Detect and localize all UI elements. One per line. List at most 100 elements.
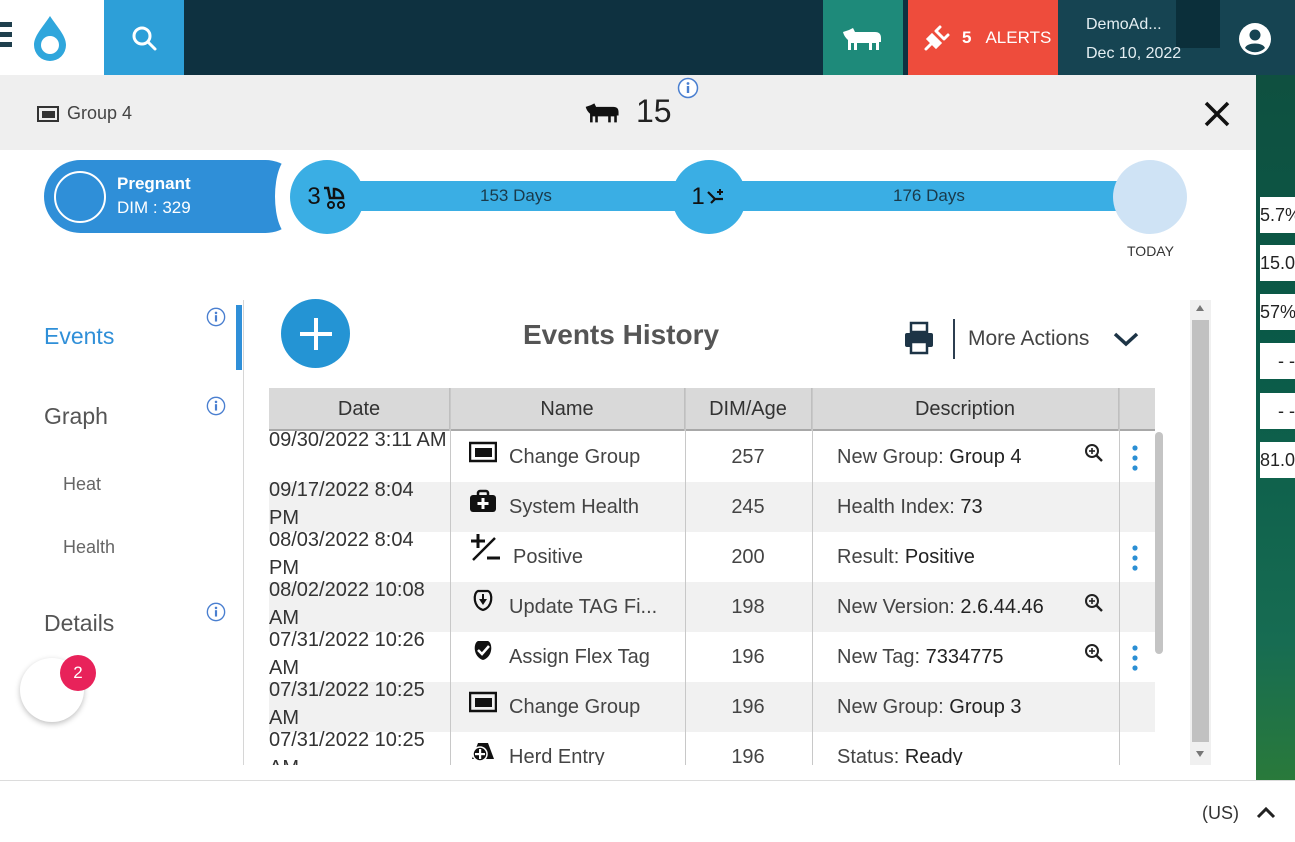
info-icon[interactable] bbox=[677, 77, 699, 99]
table-row[interactable]: 08/02/2022 10:08 AM Update TAG Fi... 198 Ne… bbox=[269, 579, 1155, 632]
table-row[interactable]: 09/30/2022 3:11 AM Change Group 257 New Gro… bbox=[269, 429, 1155, 482]
column-header-name[interactable]: Name bbox=[450, 388, 685, 431]
zoom-in-icon[interactable] bbox=[1084, 643, 1104, 663]
nav-item-events[interactable]: Events bbox=[44, 323, 114, 350]
info-icon[interactable] bbox=[206, 396, 226, 416]
background-cell: - - bbox=[1260, 343, 1295, 379]
event-name: Change Group bbox=[509, 446, 641, 468]
more-options-icon[interactable] bbox=[1131, 443, 1139, 473]
actions-divider bbox=[953, 319, 955, 359]
close-icon[interactable] bbox=[1200, 97, 1234, 131]
table-body: 09/30/2022 3:11 AM Change Group 257 New Gro… bbox=[269, 429, 1155, 765]
cow-icon bbox=[843, 27, 881, 50]
cow-count-value: 15 bbox=[636, 93, 672, 129]
column-divider bbox=[812, 388, 813, 765]
description-label: Health Index: bbox=[837, 496, 961, 518]
event-description: Result: Positive bbox=[837, 532, 1087, 582]
description-value: Positive bbox=[904, 546, 975, 568]
status-pill: Pregnant DIM : 329 bbox=[44, 160, 302, 233]
chevron-down-icon[interactable] bbox=[1112, 330, 1140, 348]
health-kit-icon bbox=[469, 482, 497, 532]
background-cell: 15.0 bbox=[1260, 245, 1295, 281]
footer-bar: (US) bbox=[0, 780, 1295, 842]
alerts-count: 5 bbox=[962, 27, 972, 47]
column-header-description[interactable]: Description bbox=[812, 388, 1119, 431]
plus-icon bbox=[299, 317, 332, 350]
event-dim: 245 bbox=[731, 496, 765, 518]
description-value: 7334775 bbox=[925, 646, 1004, 668]
event-dim: 196 bbox=[731, 696, 765, 718]
cow-tab-button[interactable] bbox=[823, 0, 903, 75]
description-label: Result: bbox=[837, 546, 905, 568]
column-divider bbox=[450, 388, 451, 765]
status-circle bbox=[54, 171, 106, 223]
nav-active-indicator bbox=[236, 305, 242, 370]
column-header-date[interactable]: Date bbox=[269, 388, 450, 431]
menu-icon[interactable] bbox=[0, 22, 14, 52]
calving-node[interactable]: 3 bbox=[290, 160, 364, 234]
alerts-button[interactable]: 5 ALERTS bbox=[908, 0, 1058, 75]
nav-item-details[interactable]: Details bbox=[44, 610, 114, 637]
nav-divider bbox=[243, 300, 244, 765]
info-icon[interactable] bbox=[206, 307, 226, 327]
user-avatar-icon[interactable] bbox=[1238, 22, 1272, 56]
table-scrollbar[interactable] bbox=[1155, 432, 1163, 654]
column-header-dim[interactable]: DIM/Age bbox=[685, 388, 812, 431]
scroll-up-arrow[interactable] bbox=[1196, 305, 1204, 311]
panel-scrollbar[interactable] bbox=[1190, 300, 1211, 765]
event-description: Status: Ready bbox=[837, 732, 1087, 765]
modal-header: Group 4 15 bbox=[0, 75, 1256, 150]
event-description: New Tag: 7334775 bbox=[837, 632, 1087, 682]
more-options-icon[interactable] bbox=[1131, 643, 1139, 673]
zoom-in-icon[interactable] bbox=[1084, 593, 1104, 613]
column-header-actions bbox=[1119, 388, 1155, 431]
tag-assign-icon bbox=[469, 632, 497, 682]
status-dim: DIM : 329 bbox=[117, 198, 191, 217]
table-row[interactable]: 07/31/2022 10:25 AM Herd Entry 196 Status: … bbox=[269, 729, 1155, 765]
event-name-cell: Update TAG Fi... bbox=[469, 582, 679, 632]
description-label: Status: bbox=[837, 746, 905, 765]
event-description: New Version: 2.6.44.46 bbox=[837, 582, 1087, 632]
table-row[interactable]: 07/31/2022 10:26 AM Assign Flex Tag 196 New… bbox=[269, 629, 1155, 682]
nav-item-graph[interactable]: Graph bbox=[44, 403, 108, 430]
event-name-cell: Change Group bbox=[469, 682, 679, 732]
cow-icon bbox=[585, 102, 619, 122]
chevron-up-icon[interactable] bbox=[1256, 805, 1276, 819]
more-options-icon[interactable] bbox=[1131, 543, 1139, 573]
today-node bbox=[1113, 160, 1187, 234]
table-row[interactable]: 09/17/2022 8:04 PM System Health 245 Health… bbox=[269, 479, 1155, 532]
alerts-label: ALERTS bbox=[985, 27, 1052, 47]
scroll-thumb[interactable] bbox=[1192, 320, 1209, 742]
table-row[interactable]: 07/31/2022 10:25 AM Change Group 196 New Gr… bbox=[269, 679, 1155, 732]
info-icon[interactable] bbox=[206, 602, 226, 622]
days-since-insemination: 176 Days bbox=[893, 186, 965, 205]
calving-count: 3 bbox=[307, 183, 321, 210]
zoom-in-icon[interactable] bbox=[1084, 443, 1104, 463]
event-name-cell: Herd Entry bbox=[469, 732, 679, 765]
event-name: Assign Flex Tag bbox=[509, 646, 650, 668]
background-cell: - - bbox=[1260, 393, 1295, 429]
search-button[interactable] bbox=[104, 0, 184, 75]
add-event-button[interactable] bbox=[281, 299, 350, 368]
logo-icon bbox=[34, 16, 66, 61]
event-name: Positive bbox=[513, 546, 584, 568]
print-icon[interactable] bbox=[903, 321, 935, 355]
nav-item-health[interactable]: Health bbox=[63, 537, 115, 558]
event-name: System Health bbox=[509, 496, 640, 518]
description-value: 73 bbox=[960, 496, 983, 518]
top-bar: 5 ALERTS DemoAd... Dec 10, 2022 bbox=[0, 0, 1295, 75]
status-title: Pregnant bbox=[117, 174, 191, 193]
more-actions-button[interactable]: More Actions bbox=[968, 327, 1089, 351]
logo-area[interactable] bbox=[0, 0, 104, 75]
event-dim: 198 bbox=[731, 596, 765, 618]
change-group-icon bbox=[469, 432, 498, 482]
event-name: Herd Entry bbox=[509, 746, 605, 765]
event-description: New Group: Group 3 bbox=[837, 682, 1087, 732]
herd-entry-icon bbox=[469, 732, 497, 765]
user-area[interactable]: DemoAd... Dec 10, 2022 bbox=[1058, 0, 1295, 75]
scroll-down-arrow[interactable] bbox=[1196, 751, 1204, 757]
insemination-node[interactable]: 1 bbox=[672, 160, 746, 234]
nav-item-heat[interactable]: Heat bbox=[63, 474, 101, 495]
table-row[interactable]: 08/03/2022 8:04 PM Positive 200 Result: Pos… bbox=[269, 529, 1155, 582]
event-name-cell: Positive bbox=[469, 532, 679, 582]
